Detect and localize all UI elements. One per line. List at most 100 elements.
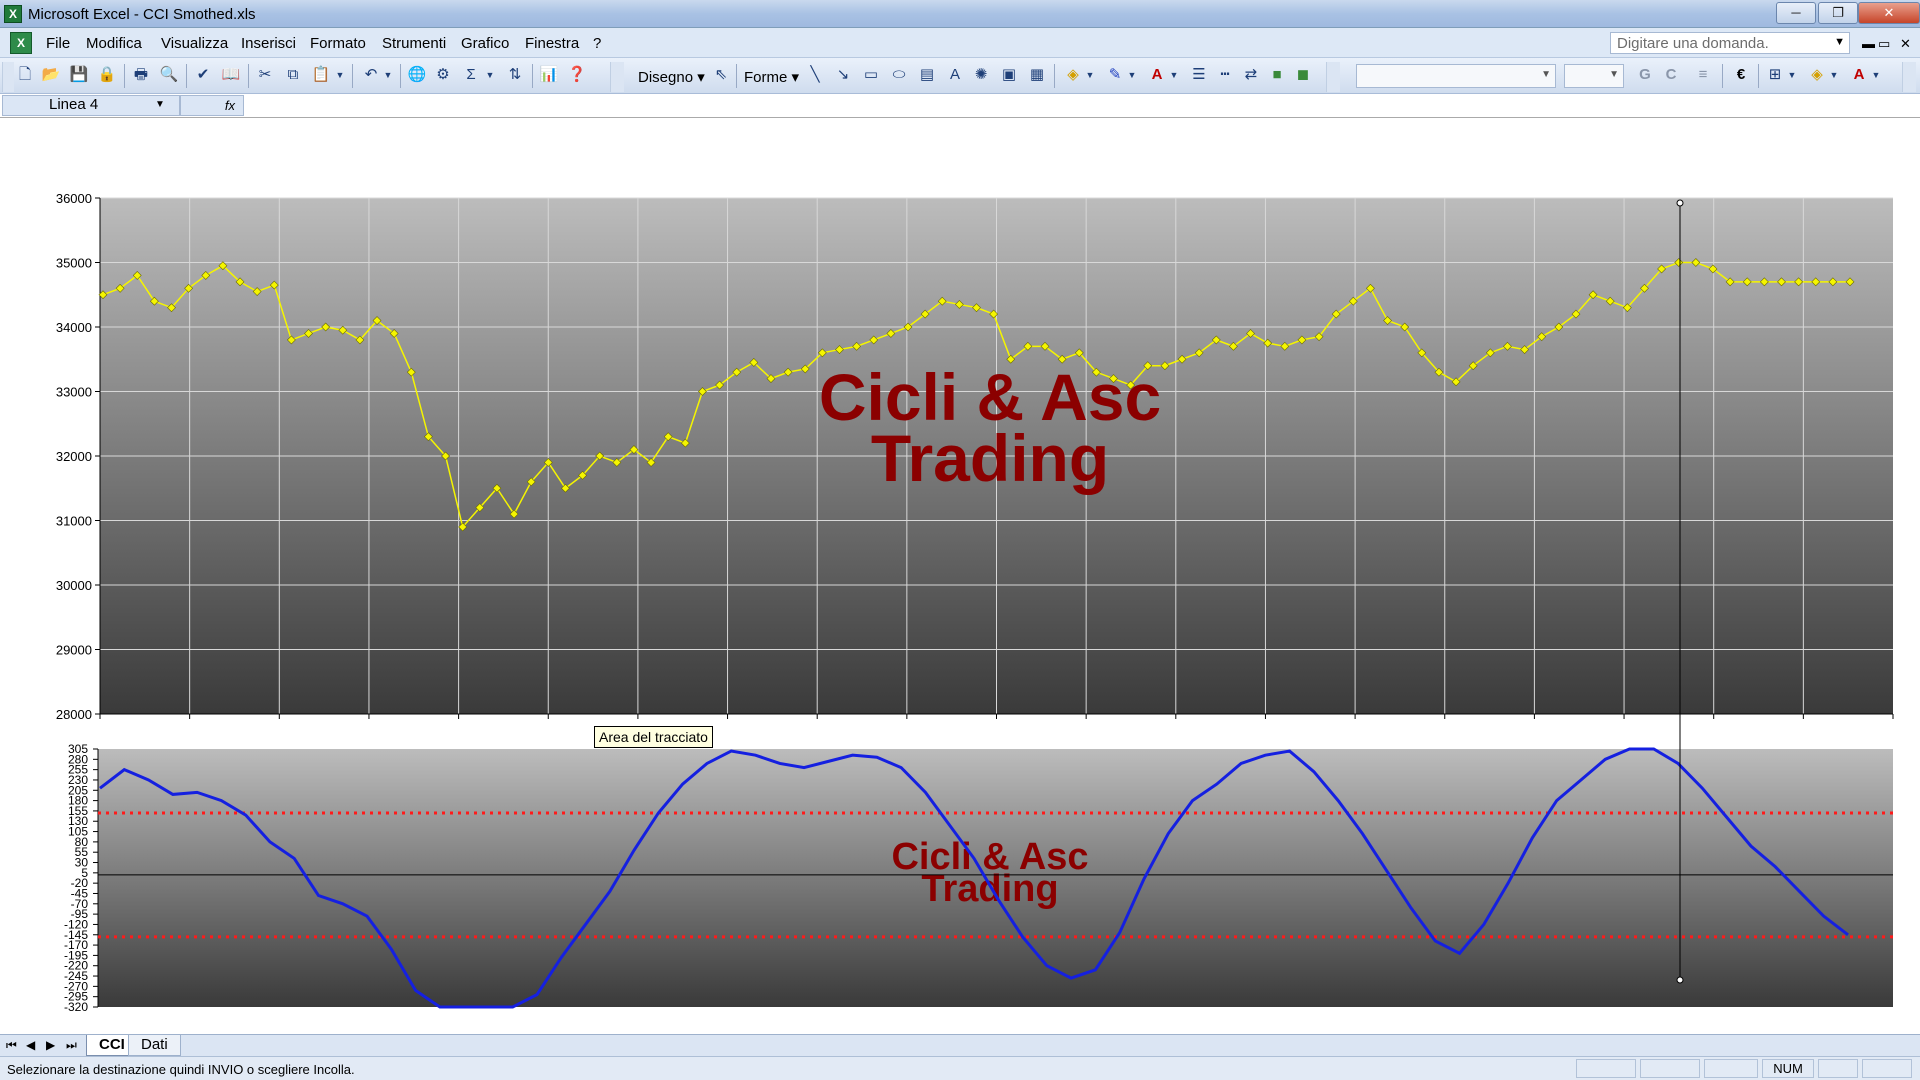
- euro-button[interactable]: €: [1730, 64, 1752, 86]
- rectangle-icon[interactable]: ▭: [860, 64, 882, 86]
- fill-color-icon[interactable]: ◈: [1062, 64, 1084, 86]
- chart-wizard-icon[interactable]: ⚙: [432, 64, 454, 86]
- hyperlink-icon[interactable]: 🌐: [406, 64, 428, 86]
- spelling-icon[interactable]: ✔: [192, 64, 214, 86]
- toolbar-separator: [1054, 64, 1055, 88]
- chevron-down-icon[interactable]: ▼: [484, 64, 496, 86]
- chevron-down-icon[interactable]: ▼: [1609, 69, 1619, 80]
- chevron-down-icon[interactable]: ▼: [1870, 64, 1882, 86]
- diagram-icon[interactable]: ✺: [970, 64, 992, 86]
- chart-sheet[interactable]: 36000 35000 34000 33000 32000 31000 30000 29000…: [0, 119, 1920, 1034]
- chevron-down-icon[interactable]: ▼: [1834, 36, 1845, 48]
- chevron-down-icon[interactable]: ▼: [1126, 64, 1138, 86]
- chevron-down-icon[interactable]: ▼: [1168, 64, 1180, 86]
- line-handle-top[interactable]: [1676, 199, 1684, 207]
- chart-icon[interactable]: 📊: [538, 64, 560, 86]
- num-lock-indicator: NUM: [1762, 1059, 1814, 1078]
- font-color-icon[interactable]: A: [1146, 64, 1168, 86]
- workbook-icon[interactable]: X: [10, 32, 32, 54]
- menu-grafico[interactable]: Grafico: [461, 35, 509, 52]
- oval-icon[interactable]: ⬭: [888, 64, 910, 86]
- menu-strumenti[interactable]: Strumenti: [382, 35, 446, 52]
- close-button[interactable]: ✕: [1858, 2, 1920, 24]
- doc-close-button[interactable]: ✕: [1900, 36, 1911, 52]
- highlight-color-icon[interactable]: ◈: [1806, 64, 1828, 86]
- toolbar-options-icon[interactable]: [1326, 62, 1340, 92]
- 3d-icon[interactable]: ◼: [1292, 64, 1314, 86]
- ask-question-box[interactable]: Digitare una domanda. ▼: [1610, 32, 1850, 54]
- chevron-down-icon[interactable]: ▼: [1828, 64, 1840, 86]
- textbox-icon[interactable]: ▤: [916, 64, 938, 86]
- print-icon[interactable]: 🖶: [130, 64, 152, 86]
- help-icon[interactable]: ❓: [566, 64, 588, 86]
- arrow-icon[interactable]: ↘: [832, 64, 854, 86]
- insert-function-button[interactable]: fx: [180, 95, 244, 116]
- line-color-icon[interactable]: ✎: [1104, 64, 1126, 86]
- print-preview-icon[interactable]: 🔍: [158, 64, 180, 86]
- permission-icon[interactable]: 🔒: [96, 64, 118, 86]
- cci-y-axis: 3052802552302051801551301058055305-20-45…: [64, 742, 99, 1014]
- research-icon[interactable]: 📖: [220, 64, 242, 86]
- title-bar: X Microsoft Excel - CCI Smothed.xls ─ ❐ …: [0, 0, 1920, 28]
- name-box[interactable]: Linea 4 ▼: [2, 95, 180, 116]
- toolbar-options-icon[interactable]: [1902, 62, 1916, 92]
- chevron-down-icon[interactable]: ▼: [382, 64, 394, 86]
- line-icon[interactable]: ╲: [804, 64, 826, 86]
- chevron-down-icon[interactable]: ▼: [334, 64, 346, 86]
- align-center-icon[interactable]: ≡: [1692, 64, 1714, 86]
- prev-sheet-icon[interactable]: ◀: [26, 1038, 35, 1052]
- cci-y-tick-label: -320: [64, 1000, 88, 1014]
- maximize-button[interactable]: ❐: [1818, 2, 1858, 24]
- chevron-down-icon[interactable]: ▼: [1786, 64, 1798, 86]
- new-document-icon[interactable]: 🗋: [14, 64, 36, 86]
- dash-style-icon[interactable]: ┅: [1214, 64, 1236, 86]
- autosum-icon[interactable]: Σ: [460, 64, 482, 86]
- toolbar-options-icon[interactable]: [610, 62, 624, 92]
- line-handle-bottom[interactable]: [1676, 976, 1684, 984]
- menu-finestra[interactable]: Finestra: [525, 35, 579, 52]
- picture-icon[interactable]: ▦: [1026, 64, 1048, 86]
- chevron-down-icon[interactable]: ▼: [155, 99, 165, 110]
- draw-menu[interactable]: Disegno ▾: [638, 68, 705, 86]
- arrow-style-icon[interactable]: ⇄: [1240, 64, 1262, 86]
- chevron-down-icon[interactable]: ▼: [1541, 69, 1551, 80]
- shadow-icon[interactable]: ■: [1266, 64, 1288, 86]
- menu-help[interactable]: ?: [593, 35, 601, 52]
- last-sheet-icon[interactable]: ⏭: [66, 1038, 77, 1053]
- menu-modifica[interactable]: Modifica: [86, 35, 142, 52]
- paste-icon[interactable]: 📋: [310, 64, 332, 86]
- price-y-tick-label: 29000: [56, 643, 92, 658]
- menu-inserisci[interactable]: Inserisci: [241, 35, 296, 52]
- copy-icon[interactable]: ⧉: [282, 64, 304, 86]
- first-sheet-icon[interactable]: ⏮: [6, 1038, 17, 1053]
- excel-icon[interactable]: X: [4, 5, 22, 23]
- font-color-icon[interactable]: A: [1848, 64, 1870, 86]
- wordart-icon[interactable]: A: [944, 64, 966, 86]
- select-arrow-icon[interactable]: ⇖: [710, 64, 732, 86]
- menu-formato[interactable]: Formato: [310, 35, 366, 52]
- doc-restore-button[interactable]: ▭: [1878, 36, 1890, 52]
- next-sheet-icon[interactable]: ▶: [46, 1038, 55, 1052]
- undo-icon[interactable]: ↶: [360, 64, 382, 86]
- sheet-tab-dati[interactable]: Dati: [128, 1035, 181, 1056]
- menu-visualizza[interactable]: Visualizza: [161, 35, 228, 52]
- doc-minimize-button[interactable]: ▬: [1862, 36, 1875, 51]
- chart-canvas[interactable]: 36000 35000 34000 33000 32000 31000 30000 29000…: [0, 119, 1920, 1034]
- line-style-icon[interactable]: ☰: [1188, 64, 1210, 86]
- chevron-down-icon[interactable]: ▼: [1084, 64, 1096, 86]
- bold-button[interactable]: G: [1634, 64, 1656, 86]
- sort-icon[interactable]: ⇅: [504, 64, 526, 86]
- menu-file[interactable]: File: [46, 35, 70, 52]
- toolbar-gripper[interactable]: [2, 62, 14, 92]
- cut-icon[interactable]: ✂: [254, 64, 276, 86]
- toolbar-separator: [400, 64, 401, 88]
- font-size-combo[interactable]: ▼: [1564, 64, 1624, 88]
- open-folder-icon[interactable]: 📂: [40, 64, 62, 86]
- clipart-icon[interactable]: ▣: [998, 64, 1020, 86]
- minimize-button[interactable]: ─: [1776, 2, 1816, 24]
- shapes-menu[interactable]: Forme ▾: [744, 68, 799, 86]
- borders-icon[interactable]: ⊞: [1764, 64, 1786, 86]
- font-name-combo[interactable]: ▼: [1356, 64, 1556, 88]
- italic-button[interactable]: C: [1660, 64, 1682, 86]
- save-icon[interactable]: 💾: [68, 64, 90, 86]
